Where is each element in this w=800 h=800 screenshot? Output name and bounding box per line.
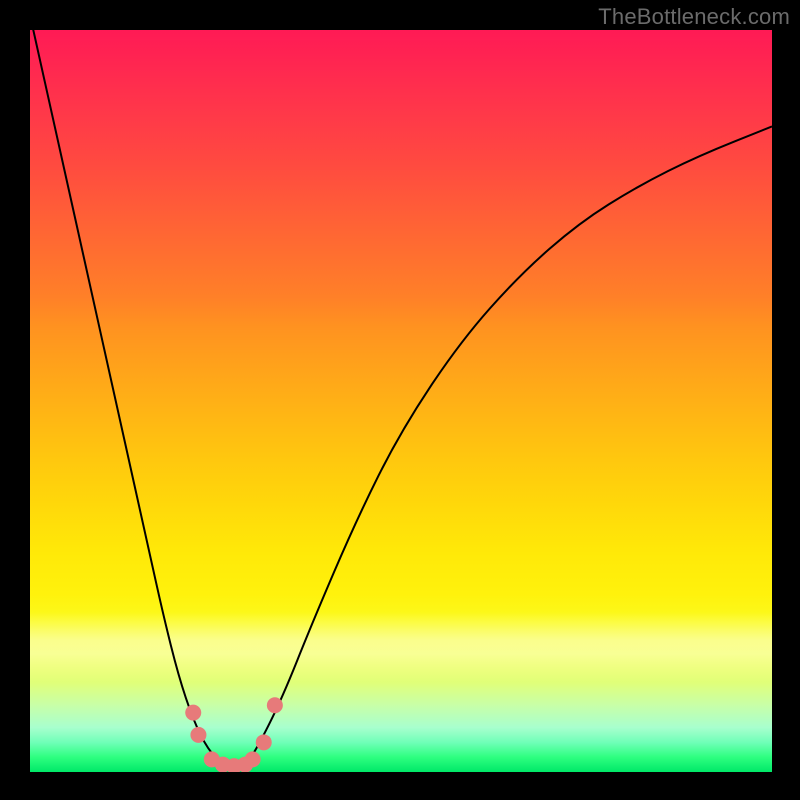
data-marker — [215, 757, 231, 772]
plot-area — [30, 30, 772, 772]
data-marker — [185, 705, 201, 721]
bottleneck-curve — [30, 30, 772, 767]
curve-svg — [30, 30, 772, 772]
data-marker — [204, 751, 220, 767]
data-marker — [226, 758, 242, 772]
data-marker — [190, 727, 206, 743]
haze-band — [30, 612, 772, 682]
marker-group — [185, 697, 283, 772]
data-marker — [267, 697, 283, 713]
chart-frame: TheBottleneck.com — [0, 0, 800, 800]
data-marker — [237, 757, 253, 772]
data-marker — [245, 751, 261, 767]
data-marker — [256, 734, 272, 750]
watermark-text: TheBottleneck.com — [598, 4, 790, 30]
